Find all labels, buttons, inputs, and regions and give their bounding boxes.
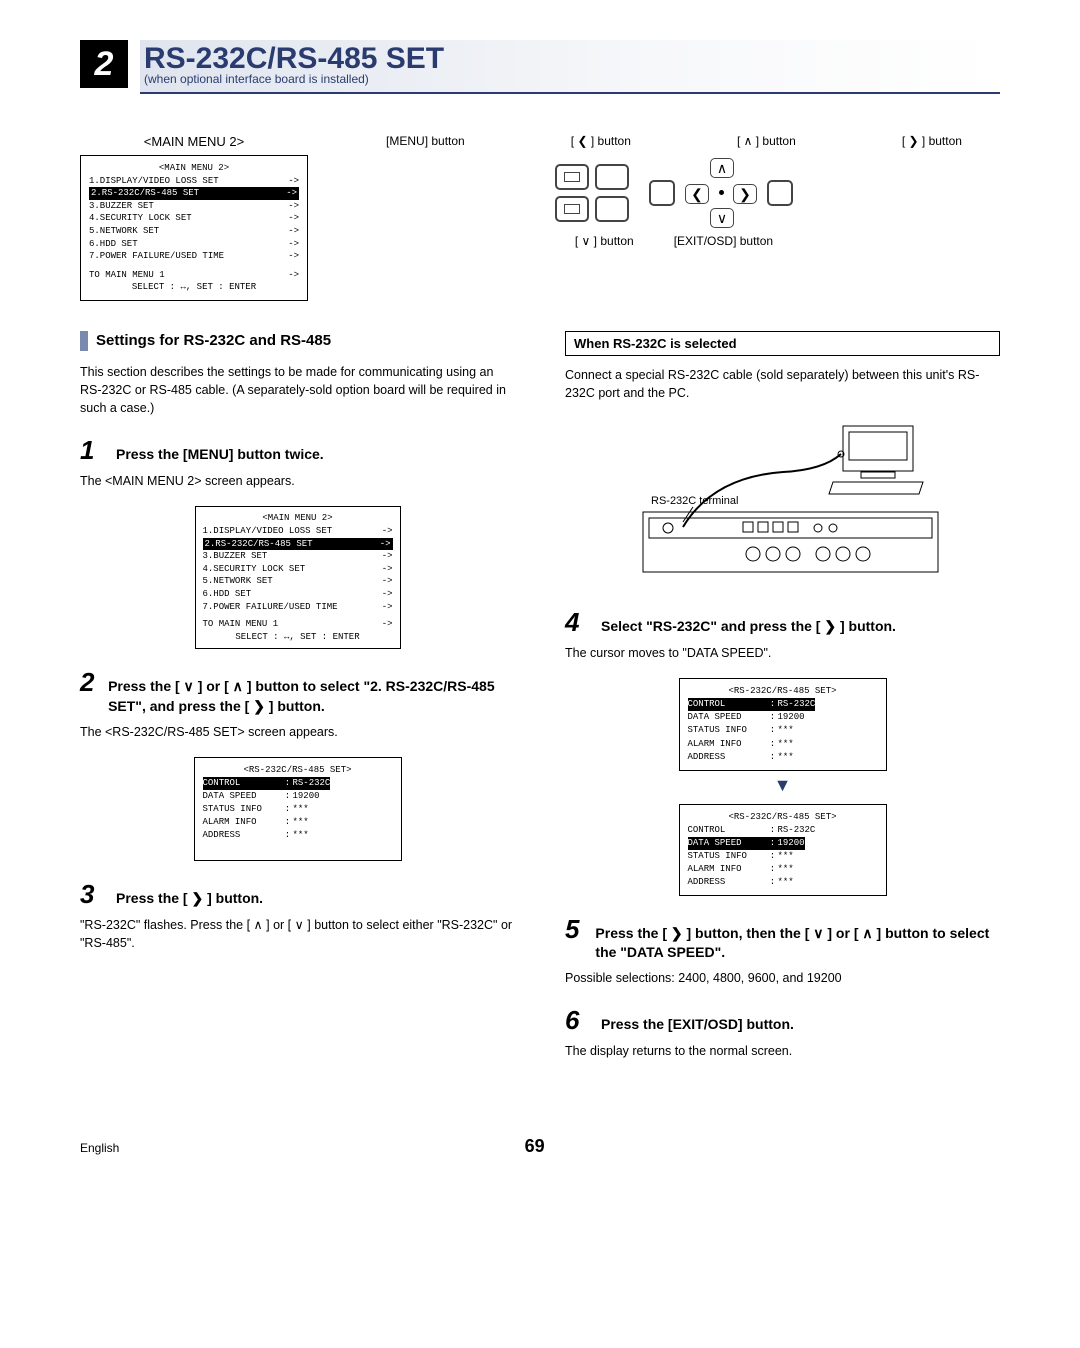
top-diagram-row: <MAIN MENU 2> <MAIN MENU 2> 1.DISPLAY/VI… bbox=[80, 134, 1000, 301]
step5-heading: Press the [ ❯ ] button, then the [ ∨ ] o… bbox=[595, 924, 1000, 963]
down-button-icon: ∨ bbox=[710, 208, 734, 228]
rs-set-screenshot-b: <RS-232C/RS-485 SET> CONTROL:RS-232C DAT… bbox=[679, 804, 887, 896]
menu-item: 7.POWER FAILURE/USED TIME-> bbox=[89, 250, 299, 263]
up-button-icon: ∧ bbox=[710, 158, 734, 178]
step2-body: The <RS-232C/RS-485 SET> screen appears. bbox=[80, 723, 515, 741]
step4-heading: Select "RS-232C" and press the [ ❯ ] but… bbox=[601, 617, 896, 637]
exit-osd-button-icon bbox=[767, 180, 793, 206]
when-selected-box: When RS-232C is selected bbox=[565, 331, 1000, 356]
arrow-down-icon: ▼ bbox=[565, 775, 1000, 796]
button-icon bbox=[649, 180, 675, 206]
label-up-button: [ ∧ ] button bbox=[737, 134, 796, 148]
dpad-center-icon bbox=[719, 190, 724, 195]
menu-item: 6.HDD SET-> bbox=[89, 238, 299, 251]
step1-body: The <MAIN MENU 2> screen appears. bbox=[80, 472, 515, 490]
dpad: ∧ ∨ ❮ ❯ bbox=[681, 158, 761, 228]
terminal-label: RS-232C terminal bbox=[651, 495, 738, 507]
label-right-button: [ ❯ ] button bbox=[902, 134, 962, 148]
section-title: RS-232C/RS-485 SET bbox=[144, 44, 1000, 74]
rs-set-screenshot-a: <RS-232C/RS-485 SET> CONTROL:RS-232C DAT… bbox=[679, 678, 887, 770]
section-subtitle: (when optional interface board is instal… bbox=[144, 72, 1000, 86]
step4-body: The cursor moves to "DATA SPEED". bbox=[565, 644, 1000, 662]
right-column: When RS-232C is selected Connect a speci… bbox=[565, 331, 1000, 1076]
menu-item-selected: 2.RS-232C/RS-485 SET-> bbox=[89, 187, 299, 200]
step6-heading: Press the [EXIT/OSD] button. bbox=[601, 1015, 794, 1035]
menu-item: 1.DISPLAY/VIDEO LOSS SET-> bbox=[89, 175, 299, 188]
menu-back: TO MAIN MENU 1-> bbox=[89, 269, 299, 282]
rs-set-screenshot: <RS-232C/RS-485 SET> CONTROL:RS-232C DAT… bbox=[194, 757, 402, 861]
left-button-icon: ❮ bbox=[685, 184, 709, 204]
page-footer: English 69 bbox=[80, 1136, 1000, 1157]
label-left-button: [ ❮ ] button bbox=[571, 134, 631, 148]
step1-heading: Press the [MENU] button twice. bbox=[116, 445, 324, 465]
title-block: RS-232C/RS-485 SET (when optional interf… bbox=[140, 40, 1000, 94]
settings-heading-text: Settings for RS-232C and RS-485 bbox=[96, 332, 331, 349]
connect-text: Connect a special RS-232C cable (sold se… bbox=[565, 366, 1000, 402]
step-number: 2 bbox=[80, 667, 96, 698]
left-column: Settings for RS-232C and RS-485 This sec… bbox=[80, 331, 515, 1076]
menu-item: 3.BUZZER SET-> bbox=[89, 200, 299, 213]
section-header: 2 RS-232C/RS-485 SET (when optional inte… bbox=[80, 40, 1000, 94]
label-down-button: [ ∨ ] button bbox=[575, 234, 634, 248]
page-number: 69 bbox=[119, 1136, 950, 1157]
step-number: 5 bbox=[565, 914, 583, 945]
menu-button-icon bbox=[555, 164, 589, 190]
remote-diagram: [MENU] button [ ❮ ] button [ ∧ ] button … bbox=[348, 134, 1000, 301]
label-menu-button: [MENU] button bbox=[386, 134, 465, 148]
under-labels: [ ∨ ] button [EXIT/OSD] button bbox=[348, 234, 1000, 248]
step-number: 6 bbox=[565, 1005, 589, 1036]
step-number: 1 bbox=[80, 435, 104, 466]
menu-screenshot: <MAIN MENU 2> 1.DISPLAY/VIDEO LOSS SET->… bbox=[195, 506, 401, 649]
step5-body: Possible selections: 2400, 4800, 9600, a… bbox=[565, 969, 1000, 987]
step3-body: "RS-232C" flashes. Press the [ ∧ ] or [ … bbox=[80, 916, 515, 952]
button-icon bbox=[595, 164, 629, 190]
button-icon bbox=[555, 196, 589, 222]
connection-illustration: RS-232C terminal bbox=[565, 418, 1000, 589]
button-labels-row: [MENU] button [ ❮ ] button [ ∧ ] button … bbox=[348, 134, 1000, 148]
intro-text: This section describes the settings to b… bbox=[80, 363, 515, 417]
step6-body: The display returns to the normal screen… bbox=[565, 1042, 1000, 1060]
menu-item: 4.SECURITY LOCK SET-> bbox=[89, 212, 299, 225]
section-number-box: 2 bbox=[80, 40, 128, 88]
main-menu-preview: <MAIN MENU 2> <MAIN MENU 2> 1.DISPLAY/VI… bbox=[80, 134, 308, 301]
connection-diagram-icon: RS-232C terminal bbox=[623, 422, 943, 582]
menu-title: <MAIN MENU 2> bbox=[80, 134, 308, 149]
menu-item: 5.NETWORK SET-> bbox=[89, 225, 299, 238]
menu-footer: SELECT : ↔, SET : ENTER bbox=[89, 281, 299, 294]
right-button-icon: ❯ bbox=[733, 184, 757, 204]
step-number: 4 bbox=[565, 607, 589, 638]
menu-box-title: <MAIN MENU 2> bbox=[89, 162, 299, 175]
button-icon bbox=[595, 196, 629, 222]
step2-heading: Press the [ ∨ ] or [ ∧ ] button to selec… bbox=[108, 677, 515, 716]
main-menu-box: <MAIN MENU 2> 1.DISPLAY/VIDEO LOSS SET->… bbox=[80, 155, 308, 301]
label-exit-osd-button: [EXIT/OSD] button bbox=[674, 234, 773, 248]
step-number: 3 bbox=[80, 879, 104, 910]
language-label: English bbox=[80, 1141, 119, 1155]
step3-heading: Press the [ ❯ ] button. bbox=[116, 889, 263, 909]
settings-heading: Settings for RS-232C and RS-485 bbox=[80, 331, 515, 351]
